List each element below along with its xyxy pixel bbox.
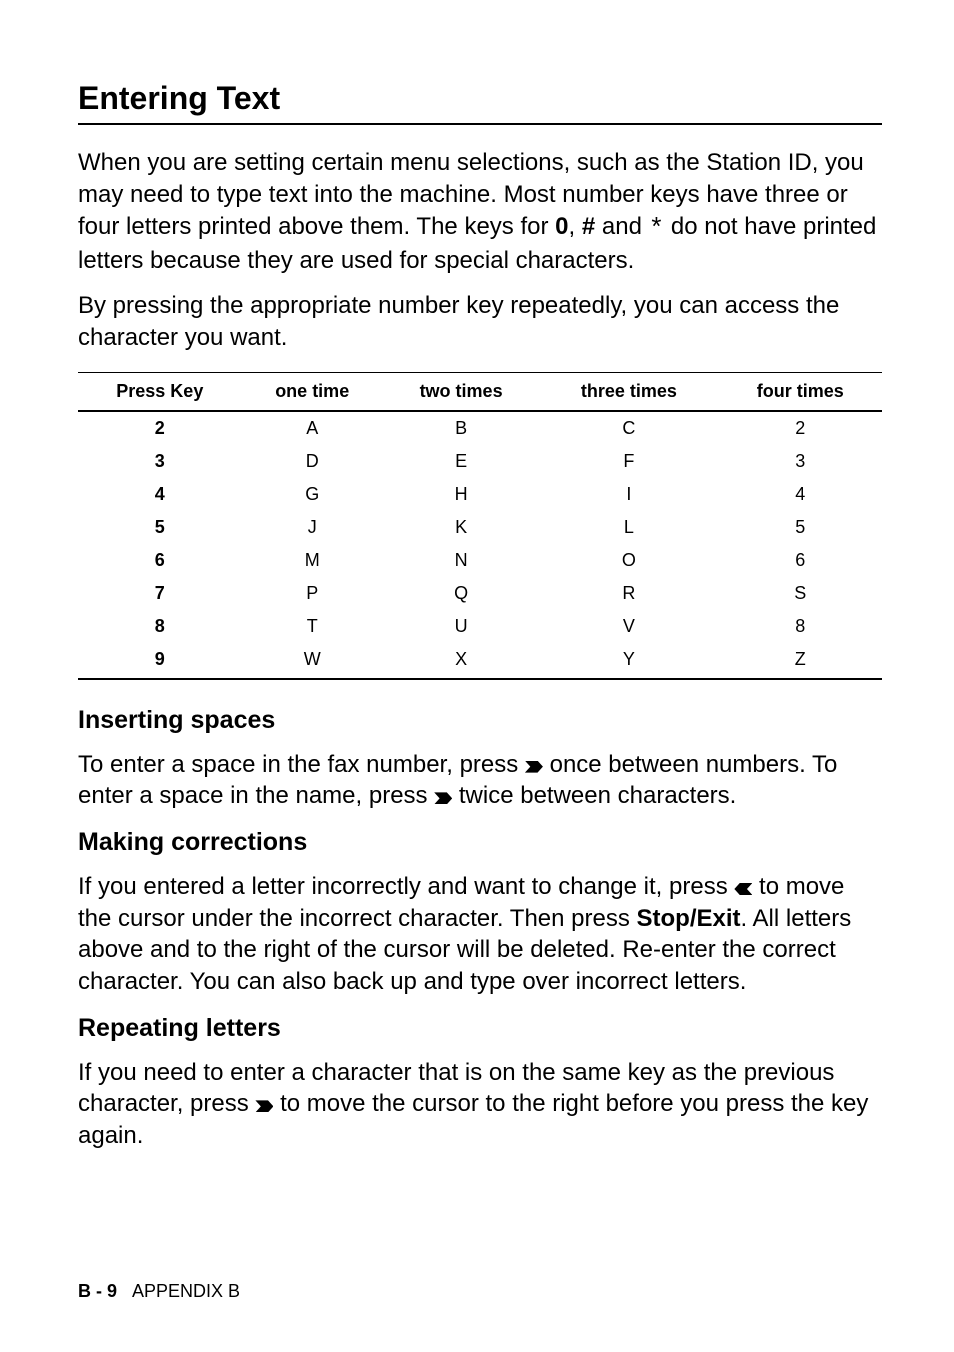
table-row: 9WXYZ xyxy=(78,643,882,679)
table-cell: F xyxy=(539,445,718,478)
header-press-key: Press Key xyxy=(78,372,242,411)
table-body: 2ABC23DEF34GHI45JKL56MNO67PQRS8TUV89WXYZ xyxy=(78,411,882,679)
header-two-times: two times xyxy=(383,372,540,411)
table-cell: M xyxy=(242,544,383,577)
heading-repeating-letters: Repeating letters xyxy=(78,1014,882,1043)
table-header-row: Press Key one time two times three times… xyxy=(78,372,882,411)
table-cell: Q xyxy=(383,577,540,610)
corr-seg0: If you entered a letter incorrectly and … xyxy=(78,873,734,900)
table-cell: B xyxy=(383,411,540,445)
intro-paragraph-1: When you are setting certain menu select… xyxy=(78,147,882,276)
table-row: 5JKL5 xyxy=(78,511,882,544)
table-cell: U xyxy=(383,610,540,643)
table-cell: 8 xyxy=(78,610,242,643)
heading-inserting-spaces: Inserting spaces xyxy=(78,706,882,735)
stop-exit-label: Stop/Exit xyxy=(637,905,741,932)
table-cell: Z xyxy=(718,643,882,679)
table-cell: 2 xyxy=(78,411,242,445)
table-cell: J xyxy=(242,511,383,544)
table-row: 6MNO6 xyxy=(78,544,882,577)
table-cell: H xyxy=(383,478,540,511)
table-cell: 6 xyxy=(78,544,242,577)
table-cell: D xyxy=(242,445,383,478)
header-three-times: three times xyxy=(539,372,718,411)
table-cell: 3 xyxy=(78,445,242,478)
footer-page-number: B - 9 xyxy=(78,1281,117,1301)
paragraph-making-corrections: If you entered a letter incorrectly and … xyxy=(78,871,882,998)
table-cell: 4 xyxy=(78,478,242,511)
table-cell: 9 xyxy=(78,643,242,679)
page-title: Entering Text xyxy=(78,80,882,125)
table-cell: 5 xyxy=(718,511,882,544)
header-four-times: four times xyxy=(718,372,882,411)
table-cell: 2 xyxy=(718,411,882,445)
arrow-right-icon xyxy=(255,1100,273,1112)
paragraph-inserting-spaces: To enter a space in the fax number, pres… xyxy=(78,749,882,812)
header-one-time: one time xyxy=(242,372,383,411)
page-content: Entering Text When you are setting certa… xyxy=(0,0,954,1196)
table-cell: E xyxy=(383,445,540,478)
table-row: 8TUV8 xyxy=(78,610,882,643)
table-cell: L xyxy=(539,511,718,544)
table-cell: 3 xyxy=(718,445,882,478)
table-cell: 5 xyxy=(78,511,242,544)
table-cell: I xyxy=(539,478,718,511)
arrow-right-icon xyxy=(525,761,543,773)
star-icon: * xyxy=(649,212,665,246)
key-press-table: Press Key one time two times three times… xyxy=(78,372,882,680)
table-cell: K xyxy=(383,511,540,544)
arrow-right-icon xyxy=(434,792,452,804)
table-cell: O xyxy=(539,544,718,577)
table-cell: 7 xyxy=(78,577,242,610)
table-row: 4GHI4 xyxy=(78,478,882,511)
footer-appendix-label: APPENDIX B xyxy=(132,1281,240,1301)
table-cell: R xyxy=(539,577,718,610)
table-cell: Y xyxy=(539,643,718,679)
spaces-seg2: twice between characters. xyxy=(452,782,736,809)
intro-paragraph-2: By pressing the appropriate number key r… xyxy=(78,290,882,353)
arrow-left-icon xyxy=(734,883,752,895)
paragraph-repeating-letters: If you need to enter a character that is… xyxy=(78,1057,882,1152)
key-zero: 0 xyxy=(555,213,568,240)
intro1-seg4: and xyxy=(595,213,648,240)
table-row: 2ABC2 xyxy=(78,411,882,445)
spaces-seg0: To enter a space in the fax number, pres… xyxy=(78,751,525,778)
table-cell: W xyxy=(242,643,383,679)
table-cell: 8 xyxy=(718,610,882,643)
key-hash: # xyxy=(582,213,595,240)
table-cell: C xyxy=(539,411,718,445)
intro1-seg2: , xyxy=(569,213,582,240)
table-cell: G xyxy=(242,478,383,511)
table-cell: 4 xyxy=(718,478,882,511)
table-cell: S xyxy=(718,577,882,610)
table-cell: T xyxy=(242,610,383,643)
table-cell: 6 xyxy=(718,544,882,577)
table-cell: N xyxy=(383,544,540,577)
heading-making-corrections: Making corrections xyxy=(78,828,882,857)
table-cell: V xyxy=(539,610,718,643)
table-row: 7PQRS xyxy=(78,577,882,610)
table-cell: X xyxy=(383,643,540,679)
table-cell: A xyxy=(242,411,383,445)
table-row: 3DEF3 xyxy=(78,445,882,478)
table-cell: P xyxy=(242,577,383,610)
page-footer: B - 9 APPENDIX B xyxy=(78,1281,240,1302)
